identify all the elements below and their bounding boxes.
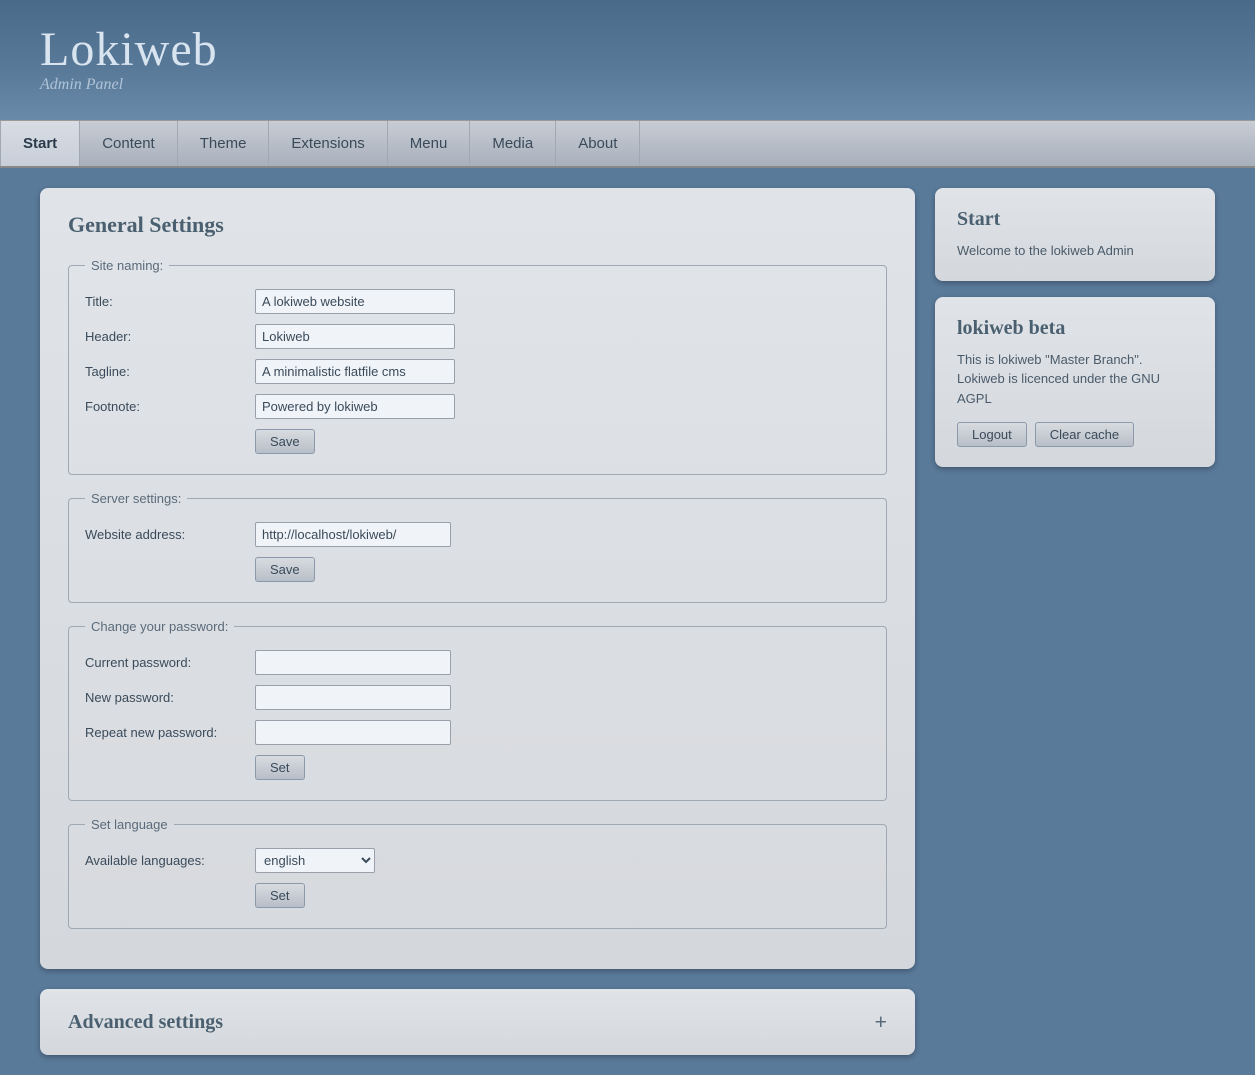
general-settings-panel: General Settings Site naming: Title: Hea… xyxy=(40,188,915,969)
tagline-label: Tagline: xyxy=(85,364,255,379)
save-button-2[interactable]: Save xyxy=(255,557,315,582)
server-settings-fieldset: Server settings: Website address: Save xyxy=(68,491,887,603)
expand-icon: + xyxy=(874,1009,887,1035)
beta-button-row: Logout Clear cache xyxy=(957,422,1193,447)
language-row: Available languages: english xyxy=(85,848,870,873)
advanced-settings-heading: Advanced settings xyxy=(68,1011,223,1034)
left-panel: General Settings Site naming: Title: Hea… xyxy=(40,188,915,1055)
nav-item-extensions[interactable]: Extensions xyxy=(269,121,387,166)
tagline-row: Tagline: xyxy=(85,359,870,384)
nav-item-theme[interactable]: Theme xyxy=(178,121,270,166)
server-settings-legend: Server settings: xyxy=(85,491,187,506)
general-settings-heading: General Settings xyxy=(68,212,887,238)
repeat-password-row: Repeat new password: xyxy=(85,720,870,745)
title-row: Title: xyxy=(85,289,870,314)
beta-box-text: This is lokiweb "Master Branch". Lokiweb… xyxy=(957,350,1193,409)
password-legend: Change your password: xyxy=(85,619,234,634)
repeat-password-label: Repeat new password: xyxy=(85,725,255,740)
start-box-text: Welcome to the lokiweb Admin xyxy=(957,241,1193,261)
website-address-label: Website address: xyxy=(85,527,255,542)
footnote-row: Footnote: xyxy=(85,394,870,419)
nav-item-start[interactable]: Start xyxy=(0,121,80,166)
footnote-label: Footnote: xyxy=(85,399,255,414)
password-fieldset: Change your password: Current password: … xyxy=(68,619,887,801)
save-row-1: Save xyxy=(85,429,870,454)
logout-button[interactable]: Logout xyxy=(957,422,1027,447)
repeat-password-input[interactable] xyxy=(255,720,451,745)
title-label: Title: xyxy=(85,294,255,309)
website-address-row: Website address: xyxy=(85,522,870,547)
language-legend: Set language xyxy=(85,817,174,832)
header-input[interactable] xyxy=(255,324,455,349)
new-password-row: New password: xyxy=(85,685,870,710)
header: Lokiweb Admin Panel xyxy=(0,0,1255,120)
header-row: Header: xyxy=(85,324,870,349)
set-button-2[interactable]: Set xyxy=(255,883,305,908)
save-row-2: Save xyxy=(85,557,870,582)
right-panel: Start Welcome to the lokiweb Admin lokiw… xyxy=(935,188,1215,467)
set-row-2: Set xyxy=(85,883,870,908)
nav-item-content[interactable]: Content xyxy=(80,121,178,166)
current-password-label: Current password: xyxy=(85,655,255,670)
current-password-row: Current password: xyxy=(85,650,870,675)
start-info-box: Start Welcome to the lokiweb Admin xyxy=(935,188,1215,281)
current-password-input[interactable] xyxy=(255,650,451,675)
nav-item-menu[interactable]: Menu xyxy=(388,121,471,166)
nav-item-media[interactable]: Media xyxy=(470,121,556,166)
language-fieldset: Set language Available languages: englis… xyxy=(68,817,887,929)
site-naming-fieldset: Site naming: Title: Header: Tagline: Foo… xyxy=(68,258,887,475)
footnote-input[interactable] xyxy=(255,394,455,419)
advanced-settings-bar[interactable]: Advanced settings + xyxy=(40,989,915,1055)
new-password-input[interactable] xyxy=(255,685,451,710)
start-box-heading: Start xyxy=(957,208,1193,231)
logo-title: Lokiweb xyxy=(40,26,218,74)
language-select[interactable]: english xyxy=(255,848,375,873)
nav-bar: Start Content Theme Extensions Menu Medi… xyxy=(0,120,1255,168)
available-languages-label: Available languages: xyxy=(85,853,255,868)
logo-subtitle: Admin Panel xyxy=(40,76,218,94)
website-address-input[interactable] xyxy=(255,522,451,547)
save-button-1[interactable]: Save xyxy=(255,429,315,454)
set-button-1[interactable]: Set xyxy=(255,755,305,780)
site-naming-legend: Site naming: xyxy=(85,258,169,273)
beta-box-heading: lokiweb beta xyxy=(957,317,1193,340)
beta-info-box: lokiweb beta This is lokiweb "Master Bra… xyxy=(935,297,1215,468)
nav-item-about[interactable]: About xyxy=(556,121,640,166)
main-content: General Settings Site naming: Title: Hea… xyxy=(0,168,1255,1075)
header-label: Header: xyxy=(85,329,255,344)
tagline-input[interactable] xyxy=(255,359,455,384)
logo: Lokiweb Admin Panel xyxy=(40,26,218,94)
title-input[interactable] xyxy=(255,289,455,314)
set-row-1: Set xyxy=(85,755,870,780)
clear-cache-button[interactable]: Clear cache xyxy=(1035,422,1134,447)
new-password-label: New password: xyxy=(85,690,255,705)
